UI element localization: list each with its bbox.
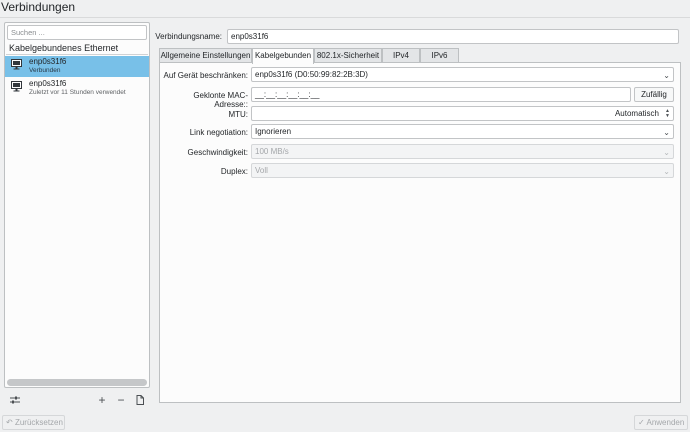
add-connection-button[interactable]: + bbox=[96, 394, 108, 406]
cloned-mac-input[interactable]: __:__:__:__:__:__ bbox=[251, 87, 631, 102]
tab-ipv6[interactable]: IPv6 bbox=[420, 48, 459, 63]
section-divider bbox=[6, 54, 148, 55]
spin-down-icon[interactable]: ▼ bbox=[665, 114, 670, 119]
duplex-label: Duplex: bbox=[220, 167, 248, 176]
restrict-device-select[interactable]: enp0s31f6 (D0:50:99:82:2B:3D) ⌄ bbox=[251, 67, 674, 82]
connection-name-input[interactable]: enp0s31f6 bbox=[227, 29, 679, 44]
chevron-down-icon: ⌄ bbox=[663, 148, 670, 157]
tab-general[interactable]: Allgemeine Einstellungen bbox=[159, 48, 252, 63]
cloned-mac-label: Geklonte MAC-Adresse:: bbox=[193, 91, 248, 109]
mtu-label: MTU: bbox=[228, 110, 248, 119]
chevron-down-icon: ⌄ bbox=[663, 71, 670, 80]
connection-status: Verbunden bbox=[29, 67, 61, 74]
connection-item-enp0s31f6-active[interactable]: enp0s31f6 Verbunden bbox=[5, 56, 149, 77]
title-divider bbox=[0, 17, 690, 18]
connection-item-enp0s31f6-history[interactable]: enp0s31f6 Zuletzt vor 11 Stunden verwend… bbox=[5, 78, 149, 99]
random-mac-button[interactable]: Zufällig bbox=[634, 87, 674, 102]
link-negotiation-select[interactable]: Ignorieren ⌄ bbox=[251, 124, 674, 139]
duplex-select: Voll ⌄ bbox=[251, 163, 674, 178]
monitor-network-icon bbox=[11, 81, 22, 92]
document-export-icon[interactable] bbox=[134, 394, 146, 406]
speed-label: Geschwindigkeit: bbox=[187, 148, 248, 157]
tab-ipv4[interactable]: IPv4 bbox=[382, 48, 420, 63]
duplex-value: Voll bbox=[255, 166, 268, 175]
reset-button[interactable]: ↶ Zurücksetzen bbox=[2, 415, 65, 430]
undo-icon: ↶ bbox=[6, 418, 13, 427]
window-title: Verbindungen bbox=[1, 0, 76, 14]
search-input[interactable]: Suchen ... bbox=[7, 25, 147, 40]
speed-select: 100 MB/s ⌄ bbox=[251, 144, 674, 159]
connection-name-label: Verbindungsname: bbox=[155, 32, 222, 41]
chevron-down-icon: ⌄ bbox=[663, 167, 670, 176]
link-negotiation-value: Ignorieren bbox=[255, 127, 292, 136]
connections-panel: Suchen ... Kabelgebundenes Ethernet enp0… bbox=[4, 22, 150, 388]
link-negotiation-label: Link negotiation: bbox=[189, 128, 248, 137]
connection-name: enp0s31f6 bbox=[29, 57, 67, 66]
restrict-device-label: Auf Gerät beschränken: bbox=[163, 71, 249, 80]
apply-button[interactable]: ✓ Anwenden bbox=[634, 415, 688, 430]
section-heading: Kabelgebundenes Ethernet bbox=[9, 43, 119, 53]
checkmark-icon: ✓ bbox=[638, 418, 645, 427]
tab-wired[interactable]: Kabelgebunden bbox=[252, 48, 314, 64]
chevron-down-icon: ⌄ bbox=[663, 128, 670, 137]
monitor-network-icon bbox=[11, 59, 22, 70]
horizontal-scrollbar[interactable] bbox=[7, 379, 147, 386]
connection-name: enp0s31f6 bbox=[29, 79, 67, 88]
apply-label: Anwenden bbox=[646, 418, 685, 427]
mtu-spinbox[interactable]: Automatisch ▲ ▼ bbox=[251, 106, 674, 121]
speed-value: 100 MB/s bbox=[255, 147, 289, 156]
connection-status: Zuletzt vor 11 Stunden verwendet bbox=[29, 89, 126, 96]
tab-8021x-security[interactable]: 802.1x-Sicherheit bbox=[314, 48, 382, 63]
restrict-device-value: enp0s31f6 (D0:50:99:82:2B:3D) bbox=[255, 70, 368, 79]
remove-connection-button[interactable]: − bbox=[115, 394, 127, 406]
reset-label: Zurücksetzen bbox=[14, 418, 63, 427]
settings-sliders-icon[interactable] bbox=[9, 394, 21, 406]
mtu-value: Automatisch bbox=[614, 109, 659, 118]
